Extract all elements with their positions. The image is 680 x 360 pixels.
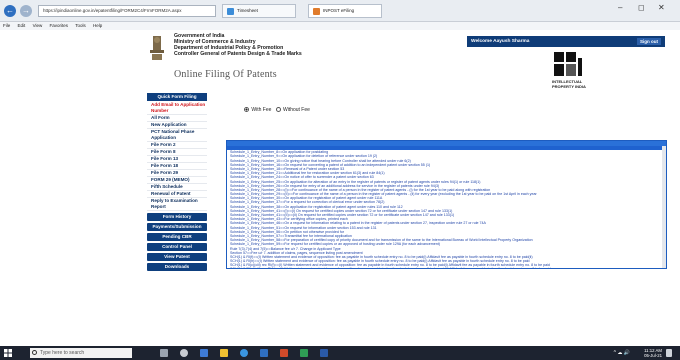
with-fee-label: With Fee [251,107,272,113]
sidebar-link[interactable]: Add Email to Application Number [147,102,207,115]
forward-arrow-icon[interactable]: → [20,5,32,17]
browser-tab-inpost[interactable]: INPOST eFiling [308,4,382,18]
without-fee-label: Without Fee [282,107,310,113]
national-emblem-icon [150,36,164,60]
sidebar-link[interactable]: All Form [147,115,207,122]
browser-tab-timesheet[interactable]: Timesheet [222,4,296,18]
tab-label: Timesheet [237,8,258,13]
minimize-icon[interactable]: – [618,3,622,12]
sign-out-button[interactable]: Sign out [637,38,661,45]
ip-logo-line: PROPERTY INDIA [552,83,586,89]
sidebar-link[interactable]: File Form 13 [147,156,207,163]
sidebar-link[interactable]: New Application [147,122,207,129]
menu-edit[interactable]: Edit [18,23,26,28]
dropdown-scrollbar[interactable] [662,146,666,268]
system-tray-icons[interactable]: ^ ☁ 🔊 [614,350,630,356]
ie-icon [227,8,234,15]
search-placeholder: Type here to search [40,350,85,356]
page-title: Online Filing Of Patents [174,69,277,80]
without-fee-radio[interactable] [275,107,281,113]
maximize-icon[interactable]: ◻ [638,3,645,12]
browser-titlebar: ← → https://ipindiaonline.gov.in/epatent… [0,0,680,22]
sidebar-link[interactable]: Reply to Examination Report [147,198,207,211]
site-icon [313,8,320,15]
close-icon[interactable]: ✕ [658,3,665,12]
welcome-text: Welcome Aayush Sharma [471,39,530,44]
sidebar-link[interactable]: FORM 29 (MEMO) [147,177,207,184]
sidebar-button[interactable]: Form History [147,213,207,221]
browser-menubar: File Edit View Favorites Tools Help [0,22,680,30]
sidebar-link[interactable]: File Form 29 [147,170,207,177]
microphone-icon[interactable] [160,349,168,357]
schedule-options: Schedule_1_Entry_Number_8==On applicatio… [227,146,666,268]
schedule-option[interactable]: SCH(1) & RI(c)(ciii) rec RI(h)==(I) Writ… [227,267,666,268]
app-icon[interactable] [280,349,288,357]
word-icon[interactable] [320,349,328,357]
ip-india-logo [554,52,582,76]
fee-options: With Fee Without Fee [244,107,310,113]
sidebar-heading: Quick Form Filing [147,93,207,101]
taskbar-clock[interactable]: 11:12 AM 05-Jul-21 [644,348,662,358]
windows-taskbar: Type here to search ^ ☁ 🔊 11:12 AM 05-Ju… [0,346,680,360]
internet-explorer-icon[interactable] [240,349,248,357]
sidebar-link[interactable]: Renewal of Patent [147,191,207,198]
sidebar-buttons: Form History Payments/Submission Pending C… [147,213,207,271]
with-fee-radio[interactable] [244,107,249,113]
schedule-dropdown-list[interactable]: Schedule_1_Entry_Number_8==On applicatio… [226,140,667,269]
portal-header: Government of India Ministry of Commerce… [147,30,668,92]
outlook-icon[interactable] [260,349,268,357]
excel-icon[interactable] [300,349,308,357]
file-explorer-icon[interactable] [220,349,228,357]
sidebar: Quick Form Filing Add Email to Applicati… [147,93,207,271]
clock-date: 05-Jul-21 [644,353,662,358]
menu-tools[interactable]: Tools [75,23,86,28]
menu-favorites[interactable]: Favorites [50,23,69,28]
tab-label: INPOST eFiling [323,8,355,13]
store-icon[interactable] [200,349,208,357]
ministry-line: Controller General of Patents Design & T… [174,51,302,57]
sidebar-button[interactable]: Payments/Submission [147,223,207,231]
task-view-icon[interactable] [180,349,188,357]
menu-view[interactable]: View [33,23,43,28]
sidebar-link[interactable]: Fifth Schedule [147,184,207,191]
ip-logo-text: INTELLECTUAL PROPERTY INDIA [552,79,586,89]
sidebar-button[interactable]: Control Panel [147,243,207,251]
sidebar-link[interactable]: File Form 2 [147,142,207,149]
notification-icon[interactable] [666,349,672,357]
back-arrow-icon[interactable]: ← [4,5,16,17]
sidebar-link[interactable]: PCT National Phase Application [147,129,207,142]
search-icon [32,350,37,355]
taskbar-search-input[interactable]: Type here to search [30,348,132,358]
sidebar-links: Add Email to Application Number All Form N… [147,102,207,211]
sidebar-link[interactable]: File Form 8 [147,149,207,156]
windows-start-icon[interactable] [4,349,12,357]
sidebar-button[interactable]: Downloads [147,263,207,271]
sidebar-button[interactable]: Pending CBR [147,233,207,241]
ministry-block: Government of India Ministry of Commerce… [174,33,302,57]
sidebar-link[interactable]: File Form 18 [147,163,207,170]
menu-file[interactable]: File [3,23,10,28]
sidebar-button[interactable]: View Patent [147,253,207,261]
menu-help[interactable]: Help [93,23,102,28]
address-bar[interactable]: https://ipindiaonline.gov.in/epatentfili… [38,5,216,17]
user-bar: Welcome Aayush Sharma Sign out [467,36,665,47]
